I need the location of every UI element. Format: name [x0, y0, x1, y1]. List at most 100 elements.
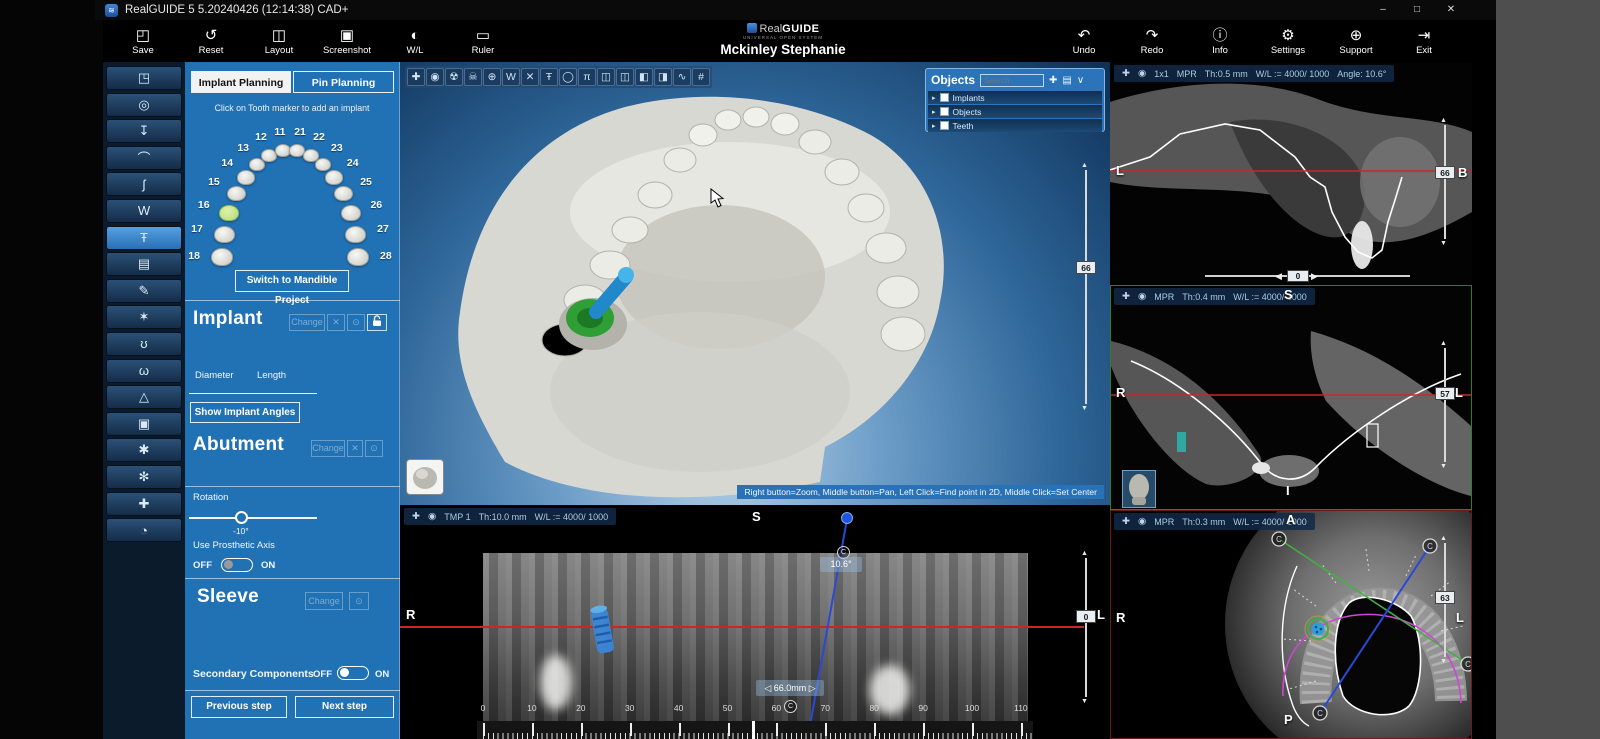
slider-up-arrow[interactable]: ▲ [1081, 162, 1088, 169]
rotation-slider-knob[interactable] [235, 511, 248, 524]
move-view-icon[interactable]: ✚ [1122, 291, 1130, 302]
tool-arch-section-button[interactable]: ◫ [597, 68, 615, 86]
sagittal-horizontal-slider[interactable]: ◀ 0 ▶ [1205, 270, 1410, 282]
sidebar-item-3d-view[interactable]: ◳ [106, 66, 182, 90]
slider-up-arrow[interactable]: ▲ [1440, 340, 1447, 347]
tool-sleeve-button[interactable]: ◯ [559, 68, 577, 86]
sidebar-item-export-disc[interactable]: ◔ [106, 518, 182, 543]
move-view-icon[interactable]: ✚ [412, 511, 420, 522]
slider-handle[interactable]: 57 [1435, 387, 1455, 400]
toolbar-layout-button[interactable]: ◫ Layout [245, 20, 313, 62]
visibility-checkbox[interactable] [939, 107, 949, 116]
tooth-marker-25[interactable] [334, 185, 354, 202]
snapshot-icon[interactable]: ◉ [1138, 516, 1146, 527]
toolbar-info-button[interactable]: ⓘ Info [1186, 20, 1254, 62]
toolbar-support-button[interactable]: ⊕ Support [1322, 20, 1390, 62]
toolbar-ruler-button[interactable]: ▭ Ruler [449, 20, 517, 62]
slider-handle[interactable]: 66 [1076, 261, 1096, 274]
visibility-checkbox[interactable] [939, 93, 949, 102]
implant-axial-marker[interactable] [1304, 615, 1332, 643]
sagittal-slice-slider[interactable]: ▲ 66 ▼ [1435, 117, 1455, 247]
tool-clip-plane-button[interactable]: ◧ [635, 68, 653, 86]
sidebar-item-wand-tool[interactable]: ✶ [106, 305, 182, 330]
tool-delete-button[interactable]: ✕ [521, 68, 539, 86]
tool-curve-button[interactable]: ∿ [673, 68, 691, 86]
abutment-remove-button[interactable]: ✕ [347, 440, 363, 457]
implant-visibility-button[interactable]: ⊙ [347, 314, 365, 331]
tooth-marker-24[interactable] [325, 169, 344, 185]
axial-view[interactable]: C C C C ✚ ◉ MPR Th:0.3 mm W/L := 4000/ 1000 A… [1110, 510, 1496, 739]
tool-pan-button[interactable]: ✚ [407, 68, 425, 86]
section-line-drag-handle[interactable] [841, 512, 853, 524]
objects-item-teeth[interactable]: ▸ Teeth [928, 119, 1102, 132]
tooth-marker-17[interactable] [213, 225, 235, 243]
minimize-button[interactable]: – [1366, 1, 1400, 19]
slider-up-arrow[interactable]: ▲ [1440, 117, 1447, 124]
tooth-marker-18[interactable] [211, 247, 234, 266]
list-view-icon[interactable]: ▤ [1062, 75, 1071, 86]
step-left-arrow[interactable]: ◁ [764, 683, 773, 693]
sleeve-change-button[interactable]: Change [305, 592, 343, 610]
sidebar-item-implant-planning[interactable]: Ŧ [106, 225, 182, 250]
toolbar-exit-button[interactable]: ⇥ Exit [1390, 20, 1458, 62]
tooth-marker-16[interactable] [218, 204, 239, 222]
toolbar-redo-button[interactable]: ↷ Redo [1118, 20, 1186, 62]
abutment-change-button[interactable]: Change [311, 440, 345, 457]
move-panel-icon[interactable]: ✚ [1049, 75, 1057, 86]
toolbar-wl-button[interactable]: ◐ W/L [381, 20, 449, 62]
sidebar-item-arch-markers[interactable]: ʊ [106, 331, 182, 356]
tool-skull-button[interactable]: ☠ [464, 68, 482, 86]
ruler-position-marker[interactable] [752, 721, 755, 739]
implant-change-button[interactable]: Change [289, 314, 325, 331]
implant-pano-marker[interactable] [590, 604, 615, 654]
move-view-icon[interactable]: ✚ [1122, 68, 1130, 79]
coronal-slice-slider[interactable]: ▲ 57 ▼ [1435, 340, 1455, 470]
slider-handle[interactable]: 66 [1435, 166, 1455, 179]
slider-handle[interactable]: 0 [1287, 270, 1309, 282]
tool-tooth-button[interactable]: W [502, 68, 520, 86]
abutment-visibility-button[interactable]: ⊙ [365, 440, 383, 457]
tool-xray-density-button[interactable]: ☢ [445, 68, 463, 86]
step-right-arrow[interactable]: ▷ [806, 683, 816, 693]
sidebar-item-panoramic-curve[interactable]: ⌒ [106, 145, 182, 170]
axial-slice-slider[interactable]: ▲ 63 ▼ [1435, 535, 1455, 665]
slider-track[interactable] [1085, 558, 1087, 697]
slider-right-arrow[interactable]: ▶ [1311, 270, 1318, 282]
tooth-marker-28[interactable] [346, 247, 369, 266]
sagittal-view[interactable]: ✚ ◉ 1x1 MPR Th:0.5 mm W/L := 4000/ 1000 Angl… [1110, 62, 1496, 285]
tooth-marker-15[interactable] [226, 185, 246, 202]
slider-handle[interactable]: 63 [1435, 591, 1455, 604]
panoramic-view[interactable]: C 10.6° ◁ 66.0mm ▷ C S R L 0 10 20 30 40 50 60… [400, 505, 1110, 739]
slider-track[interactable] [1085, 170, 1087, 404]
sidebar-item-components[interactable]: ✱ [106, 438, 182, 463]
tooth-marker-23[interactable] [315, 157, 332, 171]
model-thumbnail[interactable] [406, 459, 444, 495]
toolbar-screenshot-button[interactable]: ▣ Screenshot [313, 20, 381, 62]
slider-handle[interactable]: 0 [1076, 610, 1096, 623]
switch-to-mandible-button[interactable]: Switch to Mandible Project [235, 270, 349, 306]
sidebar-item-nerve-tracing[interactable]: ʃ [106, 172, 182, 197]
toolbar-save-button[interactable]: ◰ Save [109, 20, 177, 62]
objects-search-input[interactable] [980, 73, 1045, 87]
rotate-section-handle[interactable]: C [784, 700, 797, 713]
toolbar-settings-button[interactable]: ⚙ Settings [1254, 20, 1322, 62]
sidebar-item-denture[interactable]: ω [106, 358, 182, 383]
implant-lock-button[interactable] [367, 314, 387, 331]
tooth-marker-26[interactable] [341, 204, 362, 222]
snapshot-icon[interactable]: ◉ [1138, 291, 1146, 302]
tool-orientation-button[interactable]: ⊕ [483, 68, 501, 86]
toolbar-undo-button[interactable]: ↶ Undo [1050, 20, 1118, 62]
tool-section-plane-button[interactable]: ◨ [654, 68, 672, 86]
slider-track[interactable] [1444, 348, 1446, 462]
pano-slice-slider[interactable]: ▲ 0 ▼ [1076, 550, 1096, 705]
coronal-view[interactable]: ✚ ◉ MPR Th:0.4 mm W/L := 4000/ 1000 S R L … [1110, 285, 1496, 510]
objects-item-objects[interactable]: ▸ Objects [928, 105, 1102, 118]
slider-up-arrow[interactable]: ▲ [1081, 550, 1088, 557]
tool-implant-button[interactable]: Ŧ [540, 68, 558, 86]
sidebar-item-volume-render[interactable]: ◎ [106, 92, 182, 117]
slider-track[interactable] [1444, 125, 1446, 239]
toolbar-reset-button[interactable]: ↺ Reset [177, 20, 245, 62]
next-step-button[interactable]: Next step [295, 696, 394, 718]
show-implant-angles-button[interactable]: Show Implant Angles [190, 402, 300, 423]
move-view-icon[interactable]: ✚ [1122, 516, 1130, 527]
